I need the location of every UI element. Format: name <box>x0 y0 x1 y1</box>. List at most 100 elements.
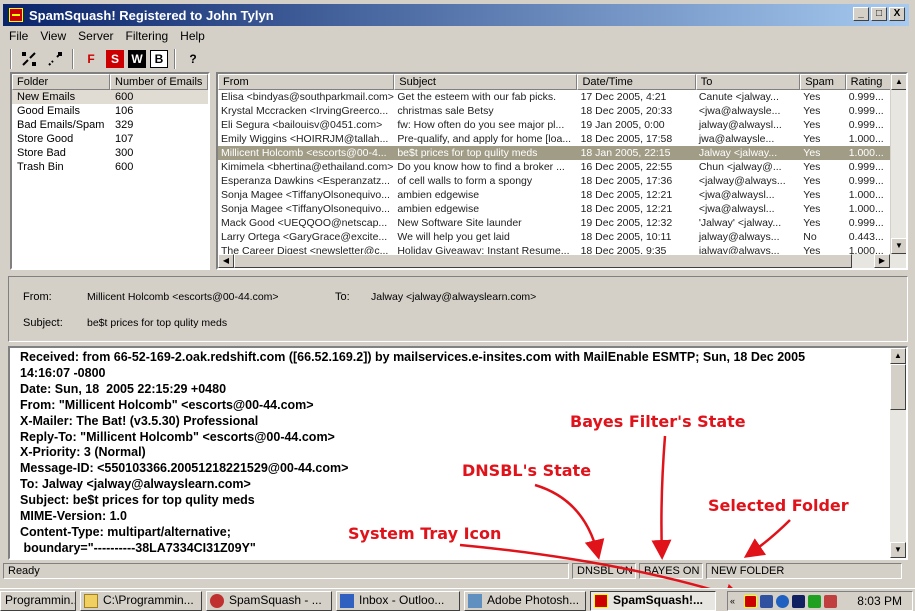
scroll-right-icon[interactable]: ▶ <box>874 254 890 268</box>
subject-column-header[interactable]: Subject <box>394 74 578 90</box>
msg-rating: 0.999... <box>848 91 884 103</box>
task-label: SpamSquash!... <box>613 593 704 607</box>
task-spamsquash[interactable]: SpamSquash!... <box>590 591 716 611</box>
message-row[interactable]: Sonja Magee <TiffanyOlsonequivo... ambien… <box>218 188 894 202</box>
subject-label: Subject: <box>23 317 63 329</box>
folder-count: 300 <box>115 147 134 159</box>
whitelist-button[interactable]: W <box>128 50 146 68</box>
folder-name: New Emails <box>17 91 76 103</box>
task-programming[interactable]: Programmin... <box>0 591 76 611</box>
folder-row[interactable]: New Emails 600 <box>12 90 208 104</box>
annotation-bayes: Bayes Filter's State <box>570 412 746 431</box>
message-list-vscroll[interactable]: ▲ ▼ <box>890 74 906 268</box>
message-row[interactable]: Krystal Mccracken <IrvingGreerco... chris… <box>218 104 894 118</box>
msg-spam: Yes <box>803 189 821 201</box>
msg-subject: We will help you get laid <box>397 231 510 243</box>
msg-date: 19 Dec 2005, 12:32 <box>580 217 673 229</box>
message-row[interactable]: Kimimela <bhertina@ethailand.com> Do you … <box>218 160 894 174</box>
scroll-left-icon[interactable]: ◀ <box>218 254 234 268</box>
msg-subject: of cell walls to form a spongy <box>397 175 533 187</box>
scroll-up-icon[interactable]: ▲ <box>890 348 906 364</box>
monitor-tray-icon[interactable] <box>792 595 805 608</box>
msg-subject: Do you know how to find a broker ... <box>397 161 565 173</box>
menu-file[interactable]: File <box>3 29 34 43</box>
msg-from: Millicent Holcomb <escorts@00-4... <box>221 147 387 159</box>
message-row[interactable]: Elisa <bindyas@southparkmail.com> Get the… <box>218 90 894 104</box>
msg-to: Chun <jalway@... <box>698 161 782 173</box>
clock[interactable]: 8:03 PM <box>857 594 902 609</box>
msg-to: <jalway@always... <box>698 175 786 187</box>
folder-row[interactable]: Trash Bin 600 <box>12 160 208 174</box>
connect-icon[interactable] <box>18 48 40 70</box>
spam-column-header[interactable]: Spam <box>800 74 846 90</box>
body-scroll-thumb[interactable] <box>890 364 906 410</box>
close-button[interactable]: X <box>889 7 905 21</box>
msg-to: <jwa@alwaysl... <box>698 189 775 201</box>
outlook-icon <box>340 594 354 608</box>
date-column-header[interactable]: Date/Time <box>577 74 696 90</box>
body-line: X-Mailer: The Bat! (v3.5.30) Professiona… <box>20 413 259 428</box>
message-body-vscroll[interactable]: ▲ ▼ <box>890 348 906 558</box>
spamsquash-app-icon[interactable] <box>9 8 23 22</box>
from-column-header[interactable]: From <box>218 74 395 90</box>
message-list-hscroll[interactable]: ◀ ▶ <box>218 254 906 268</box>
bluetooth-tray-icon[interactable] <box>776 595 789 608</box>
annotation-dnsbl: DNSBL's State <box>462 461 592 480</box>
hscroll-thumb[interactable] <box>234 254 852 268</box>
msg-date: 19 Jan 2005, 0:00 <box>580 119 665 131</box>
folder-row[interactable]: Store Bad 300 <box>12 146 208 160</box>
message-row[interactable]: Esperanza Dawkins <Esperanzatz... of cell… <box>218 174 894 188</box>
maximize-button[interactable]: □ <box>871 7 887 21</box>
scroll-down-icon[interactable]: ▼ <box>890 542 906 558</box>
menu-server[interactable]: Server <box>72 29 119 43</box>
task-outlook[interactable]: Inbox - Outloo... <box>336 591 460 611</box>
spamsquash-tray-icon[interactable] <box>744 595 757 608</box>
tray-expand-icon[interactable]: « <box>730 595 742 608</box>
folder-name: Store Bad <box>17 147 66 159</box>
menu-view[interactable]: View <box>34 29 72 43</box>
toolbar-separator <box>174 49 176 69</box>
title-bar[interactable]: SpamSquash! Registered to John Tylyn _ □… <box>3 4 909 26</box>
msg-subject: fw: How often do you see major pl... <box>397 119 565 131</box>
scroll-down-icon[interactable]: ▼ <box>891 238 906 254</box>
body-line: 14:16:07 -0800 <box>20 365 106 380</box>
antivirus-tray-icon[interactable] <box>824 595 837 608</box>
body-line: X-Priority: 3 (Normal) <box>20 445 146 460</box>
task-photoshop[interactable]: Adobe Photosh... <box>464 591 586 611</box>
security-tray-icon[interactable] <box>808 595 821 608</box>
msg-date: 18 Dec 2005, 12:21 <box>580 189 673 201</box>
folder-row[interactable]: Bad Emails/Spam 329 <box>12 118 208 132</box>
message-row[interactable]: Larry Ortega <GaryGrace@excite... We will… <box>218 230 894 244</box>
spam-button[interactable]: S <box>106 50 124 68</box>
blacklist-button[interactable]: B <box>150 50 168 68</box>
task-spamsquash-web[interactable]: SpamSquash - ... <box>206 591 332 611</box>
rating-column-header[interactable]: Rating <box>845 74 894 90</box>
disconnect-icon[interactable] <box>44 48 66 70</box>
menu-help[interactable]: Help <box>174 29 211 43</box>
window-title: SpamSquash! Registered to John Tylyn <box>29 7 274 23</box>
message-row[interactable]: Sonja Magee <TiffanyOlsonequivo... ambien… <box>218 202 894 216</box>
network-tray-icon[interactable] <box>760 595 773 608</box>
message-row[interactable]: Millicent Holcomb <escorts@00-4... be$t p… <box>218 146 894 160</box>
folder-column-header[interactable]: Folder <box>12 74 110 90</box>
task-label: Adobe Photosh... <box>487 593 580 607</box>
message-row[interactable]: Emily Wiggins <HOIRRJM@tallah... Pre-qual… <box>218 132 894 146</box>
menu-filtering[interactable]: Filtering <box>119 29 174 43</box>
to-column-header[interactable]: To <box>695 74 801 90</box>
message-row[interactable]: Mack Good <UEQQOO@netscap... New Software… <box>218 216 894 230</box>
msg-from: Mack Good <UEQQOO@netscap... <box>221 217 388 229</box>
help-button[interactable]: ? <box>182 48 204 70</box>
annotation-tray: System Tray Icon <box>348 524 502 543</box>
msg-date: 18 Jan 2005, 22:15 <box>580 147 671 159</box>
minimize-button[interactable]: _ <box>853 7 869 21</box>
msg-rating: 1.000... <box>848 133 884 145</box>
msg-from: Emily Wiggins <HOIRRJM@tallah... <box>221 133 389 145</box>
filter-button[interactable]: F <box>80 48 102 70</box>
message-list: From Subject Date/Time To Spam Rating El… <box>216 72 908 270</box>
folder-row[interactable]: Good Emails 106 <box>12 104 208 118</box>
folder-row[interactable]: Store Good 107 <box>12 132 208 146</box>
message-row[interactable]: Eli Segura <bailouisv@0451.com> fw: How o… <box>218 118 894 132</box>
scroll-up-icon[interactable]: ▲ <box>891 74 906 90</box>
task-explorer[interactable]: C:\Programmin... <box>80 591 202 611</box>
count-column-header[interactable]: Number of Emails <box>110 74 208 90</box>
